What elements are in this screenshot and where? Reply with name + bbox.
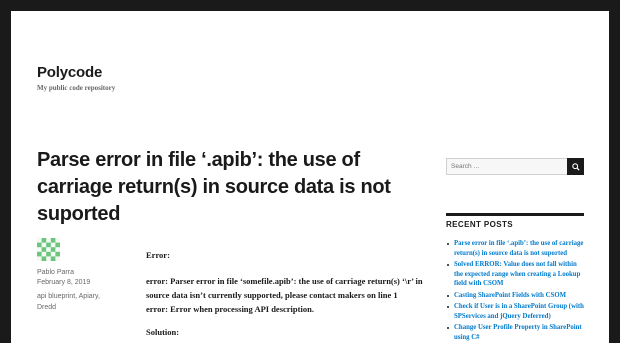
search-form	[446, 158, 584, 175]
search-icon	[571, 162, 580, 171]
search-button[interactable]	[567, 158, 584, 175]
page: Polycode My public code repository Parse…	[11, 11, 609, 343]
recent-posts-list: Parse error in file ‘.apib’: the use of …	[446, 239, 584, 342]
identicon-icon	[37, 238, 60, 261]
recent-post-link[interactable]: Check if User is in a SharePoint Group (…	[454, 303, 584, 320]
error-line-2: error: Error when processing API descrip…	[146, 304, 314, 314]
recent-post-link[interactable]: Solved ERROR: Value does not fall within…	[454, 261, 580, 287]
search-input[interactable]	[446, 158, 567, 175]
recent-post-item[interactable]: Check if User is in a SharePoint Group (…	[446, 302, 584, 321]
avatar[interactable]	[37, 238, 60, 261]
recent-post-item[interactable]: Parse error in file ‘.apib’: the use of …	[446, 239, 584, 258]
recent-post-item[interactable]: Solved ERROR: Value does not fall within…	[446, 260, 584, 289]
recent-post-item[interactable]: Change User Profile Property in SharePoi…	[446, 323, 584, 342]
post-title[interactable]: Parse error in file ‘.apib’: the use of …	[37, 147, 397, 228]
post-content: Error: error: Parser error in file ‘some…	[146, 248, 431, 339]
error-heading: Error:	[146, 250, 170, 260]
recent-post-link[interactable]: Casting SharePoint Fields with CSOM	[454, 292, 566, 299]
error-line-1: error: Parser error in file ‘somefile.ap…	[146, 276, 423, 300]
site-title[interactable]: Polycode	[37, 64, 102, 81]
recent-post-link[interactable]: Parse error in file ‘.apib’: the use of …	[454, 240, 583, 257]
site-description: My public code repository	[37, 84, 116, 92]
recent-post-item[interactable]: Casting SharePoint Fields with CSOM	[446, 291, 584, 301]
post-date[interactable]: February 8, 2019	[37, 277, 90, 288]
sidebar: RECENT POSTS Parse error in file ‘.apib’…	[446, 158, 584, 343]
recent-posts-title: RECENT POSTS	[446, 213, 584, 229]
post-tags[interactable]: api blueprint, Apiary, Dredd	[37, 291, 117, 313]
solution-heading: Solution:	[146, 327, 180, 337]
recent-post-link[interactable]: Change User Profile Property in SharePoi…	[454, 324, 582, 341]
